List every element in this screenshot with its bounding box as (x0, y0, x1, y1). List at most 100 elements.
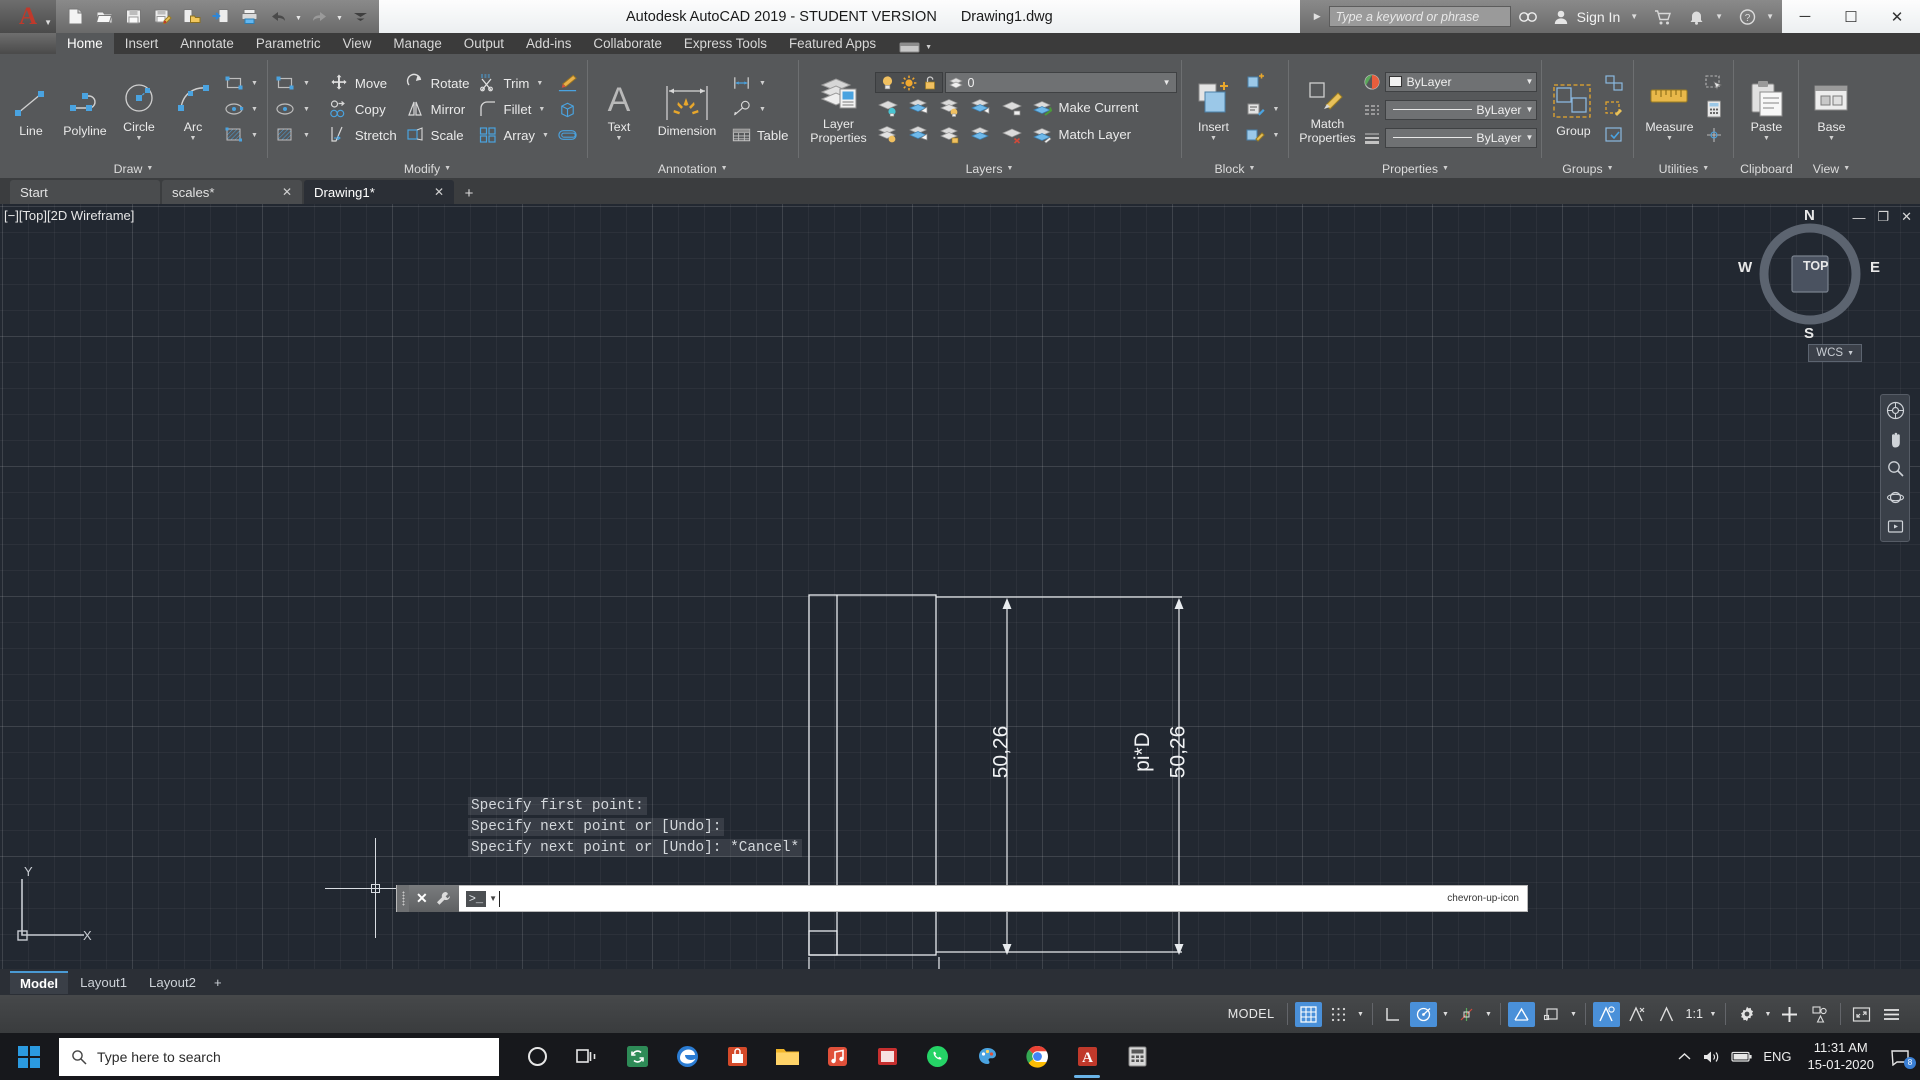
save-file-button[interactable] (120, 4, 146, 30)
layer-merge-icon[interactable] (968, 122, 995, 147)
chevron-down-icon[interactable]: ▼ (303, 132, 310, 139)
erase-button[interactable] (554, 71, 583, 96)
line-button[interactable]: Line (4, 78, 58, 138)
group-edit-button[interactable] (1600, 97, 1629, 122)
redo-button[interactable] (306, 4, 332, 30)
ribbon-tab-annotate[interactable]: Annotate (169, 33, 245, 54)
edit-attributes-button[interactable]: ▼ (1242, 97, 1285, 122)
chevron-down-icon[interactable]: ▼ (721, 165, 728, 172)
layer-lock-icon[interactable] (968, 95, 995, 120)
model-space-button[interactable]: MODEL (1222, 1007, 1281, 1021)
action-center-icon[interactable]: 8 (1890, 1048, 1916, 1069)
layout-tab-model[interactable]: Model (10, 970, 69, 994)
block-editor-button[interactable]: ▼ (1242, 123, 1285, 148)
close-icon[interactable]: ✕ (416, 890, 428, 907)
ucs-icon-toggle[interactable] (1538, 1002, 1565, 1027)
chevron-down-icon[interactable]: ▼ (1273, 132, 1280, 139)
chevron-down-icon[interactable]: ▼ (1526, 133, 1534, 142)
new-file-tab-button[interactable]: + (456, 182, 482, 204)
chevron-up-icon[interactable]: chevron-up-icon (1447, 893, 1527, 904)
search-icon[interactable] (1511, 8, 1545, 26)
grid-display-toggle[interactable] (1295, 1001, 1323, 1027)
calculator-icon[interactable] (1113, 1033, 1161, 1080)
redo-dropdown-caret[interactable]: ▼ (335, 4, 344, 30)
chevron-down-icon[interactable]: ▼ (1568, 1011, 1578, 1018)
file-tab-scales[interactable]: scales* ✕ (162, 180, 302, 204)
stretch-button[interactable]: Stretch (326, 123, 402, 148)
chevron-down-icon[interactable]: ▼ (616, 135, 623, 142)
paste-button[interactable]: Paste ▼ (1738, 74, 1794, 142)
undo-button[interactable] (265, 4, 291, 30)
linear-dimension-button[interactable]: ▼ (728, 71, 794, 96)
chevron-down-icon[interactable]: ▼ (1708, 1011, 1718, 1018)
ribbon-tab-view[interactable]: View (332, 33, 383, 54)
ribbon-tab-collaborate[interactable]: Collaborate (582, 33, 672, 54)
chevron-down-icon[interactable]: ▼ (251, 80, 258, 87)
layer-isolate-icon[interactable] (875, 95, 902, 120)
chevron-down-icon[interactable]: ▼ (1828, 135, 1835, 142)
chevron-down-icon[interactable]: ▼ (1440, 1011, 1450, 1018)
help-dropdown-caret[interactable]: ▼ (1764, 12, 1782, 21)
command-prompt-selector[interactable]: >_ ▼ (459, 890, 497, 907)
chevron-down-icon[interactable]: ▼ (759, 106, 766, 113)
chevron-down-icon[interactable]: ▼ (1006, 165, 1013, 172)
snap-mode-toggle[interactable] (1325, 1002, 1352, 1027)
dimension-text-left[interactable]: 50,26 (989, 726, 1013, 779)
chevron-down-icon[interactable]: ▼ (146, 165, 153, 172)
dimension-text-right-bottom[interactable]: 50,26 (1166, 726, 1190, 779)
lightbulb-on-icon[interactable] (878, 73, 898, 92)
ribbon-tab-parametric[interactable]: Parametric (245, 33, 332, 54)
ribbon-tab-home[interactable]: Home (56, 33, 114, 54)
taskbar-search-input[interactable]: Type here to search (59, 1037, 499, 1076)
maximize-button[interactable]: ☐ (1828, 0, 1874, 33)
clean-screen-button[interactable] (1848, 1002, 1875, 1027)
polar-tracking-toggle[interactable] (1410, 1001, 1438, 1027)
group-selection-button[interactable] (1600, 123, 1629, 148)
workspace-switching-button[interactable] (1733, 1002, 1760, 1027)
application-menu-button[interactable]: A ▼ (0, 0, 56, 33)
isolate-objects-button[interactable] (1806, 1002, 1833, 1027)
scale-button[interactable]: Scale (402, 123, 475, 148)
hamburger-menu-button[interactable] (1878, 1002, 1905, 1027)
trim-button[interactable]: Trim ▼ (475, 71, 554, 96)
ribbon-tab-addins[interactable]: Add-ins (515, 33, 582, 54)
whatsapp-icon[interactable] (913, 1033, 961, 1080)
linetype-combobox[interactable]: ByLayer ▼ (1385, 99, 1538, 120)
autocad-icon[interactable]: A (1063, 1033, 1111, 1080)
user-account-icon[interactable] (1545, 8, 1577, 26)
layer-turn-all-on-icon[interactable] (875, 122, 902, 147)
ribbon-tab-insert[interactable]: Insert (114, 33, 170, 54)
customization-button[interactable] (1776, 1002, 1803, 1027)
chevron-down-icon[interactable]: ▼ (1355, 1011, 1365, 1018)
edge-icon[interactable] (663, 1033, 711, 1080)
copy-button[interactable]: Copy (326, 97, 402, 122)
layout-tab-layout2[interactable]: Layout2 (139, 972, 206, 993)
object-snap-tracking-toggle[interactable] (1453, 1002, 1480, 1027)
array-button[interactable]: Array ▼ (475, 123, 554, 148)
explode-button[interactable] (554, 97, 583, 122)
current-layer-combobox[interactable]: 0 ▼ (944, 72, 1177, 93)
annotation-scale-icon[interactable] (1653, 1002, 1680, 1027)
chevron-down-icon[interactable]: ▼ (536, 80, 543, 87)
sync-app-icon[interactable] (613, 1033, 661, 1080)
chevron-down-icon[interactable]: ▼ (759, 80, 766, 87)
layout-tab-layout1[interactable]: Layout1 (70, 972, 137, 993)
file-tab-drawing1[interactable]: Drawing1* ✕ (304, 180, 454, 204)
language-indicator[interactable]: ENG (1763, 1049, 1791, 1064)
arc-button[interactable]: Arc ▼ (166, 74, 220, 142)
mirror-button[interactable]: Mirror (402, 97, 475, 122)
chevron-down-icon[interactable]: ▼ (136, 135, 143, 142)
chevron-down-icon[interactable]: ▼ (489, 894, 497, 903)
make-current-button[interactable]: Make Current (1030, 95, 1144, 120)
save-to-web-button[interactable] (207, 4, 233, 30)
file-explorer-icon[interactable] (763, 1033, 811, 1080)
move-button[interactable]: Move (326, 71, 402, 96)
plot-button[interactable] (236, 4, 262, 30)
chevron-down-icon[interactable]: ▼ (1607, 165, 1614, 172)
file-tab-start[interactable]: Start (10, 180, 160, 204)
dimension-text-right-top[interactable]: pi*D (1131, 732, 1155, 772)
ellipse-modify-button[interactable]: ▼ (272, 97, 315, 122)
open-file-button[interactable] (91, 4, 117, 30)
chevron-down-icon[interactable]: ▼ (1763, 135, 1770, 142)
notification-bell-icon[interactable] (1680, 8, 1713, 26)
